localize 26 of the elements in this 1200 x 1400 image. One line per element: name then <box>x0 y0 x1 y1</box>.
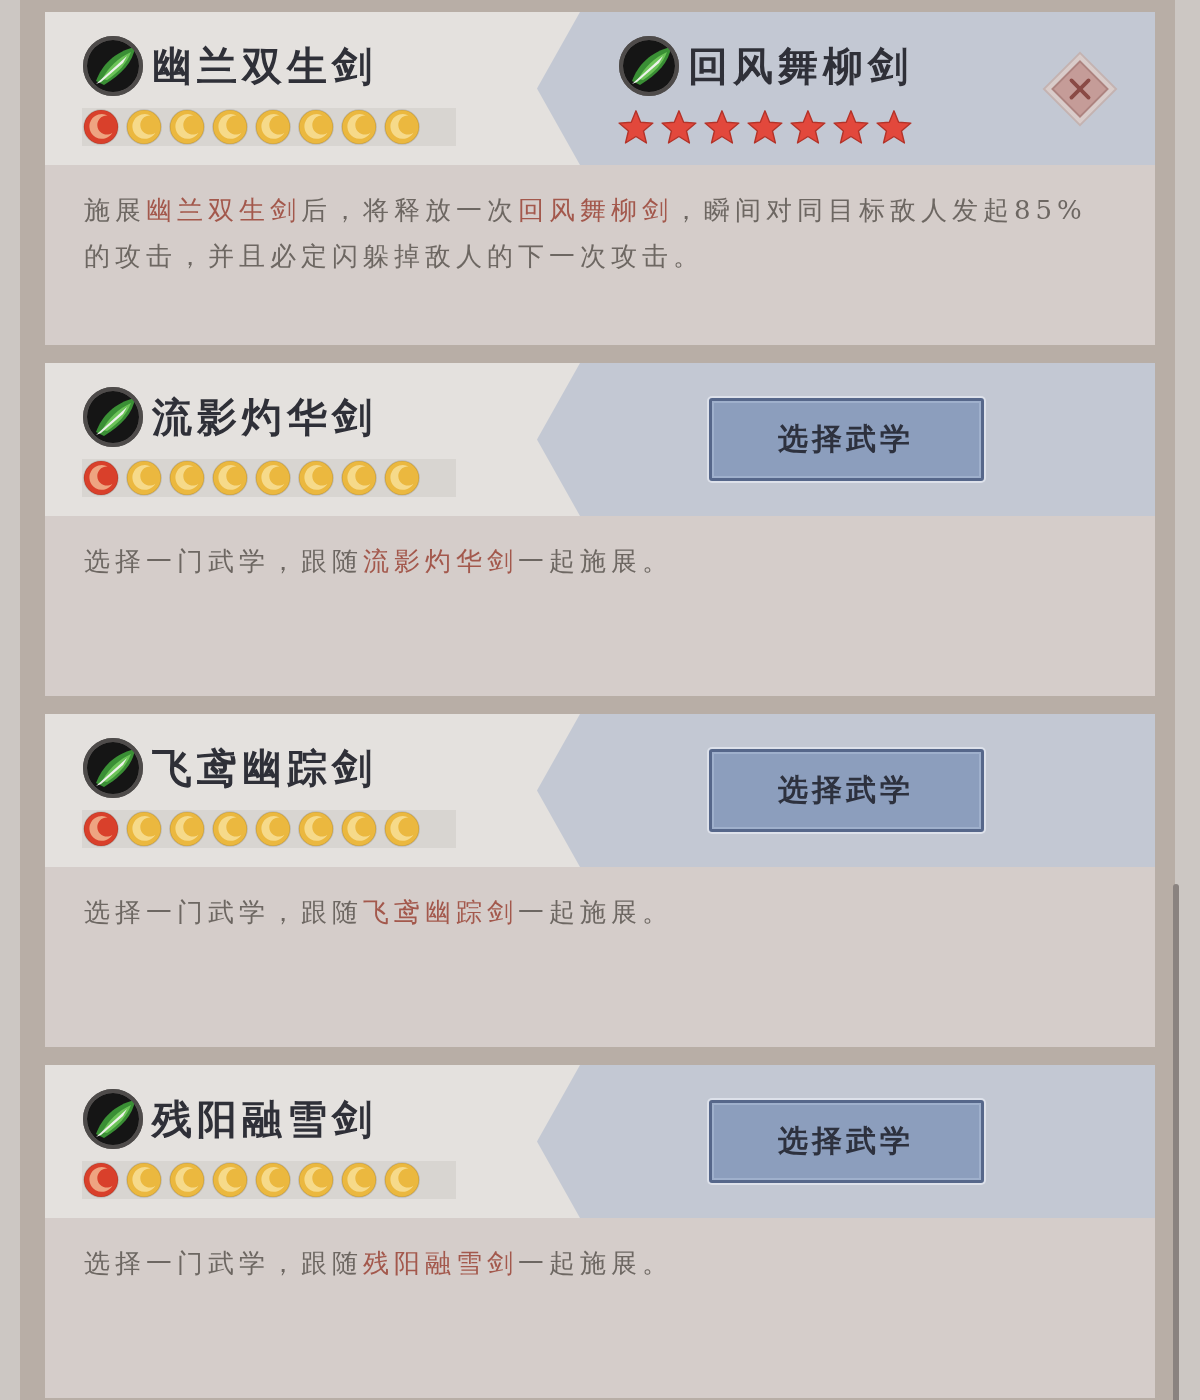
leaf-icon <box>82 737 144 799</box>
leaf-icon <box>82 35 144 97</box>
star-icon <box>833 110 869 144</box>
description-text: 选择一门武学，跟随 流影灼华剑 一起施展。 <box>84 545 674 578</box>
close-icon[interactable] <box>1042 50 1118 127</box>
select-skill-button[interactable]: 选择武学 <box>708 398 984 481</box>
leaf-icon <box>82 386 144 448</box>
skill-name: 残阳融雪剑 <box>152 1094 377 1144</box>
star-icon <box>876 110 912 144</box>
leaf-icon <box>82 1088 144 1150</box>
description-text: 施展 幽兰双生剑 后，将释放一次 回风舞柳剑，瞬间对同目标敌人发起85%的攻击，并且必定闪躲掉敌人的下一次攻击。 <box>84 194 1088 273</box>
scrollbar-thumb[interactable] <box>1173 884 1179 1400</box>
description-text: 选择一门武学，跟随 飞鸢幽踪剑 一起施展。 <box>84 896 674 929</box>
leaf-icon <box>618 35 680 97</box>
star-icon <box>790 110 826 144</box>
select-skill-button[interactable]: 选择武学 <box>708 1100 984 1183</box>
select-skill-button[interactable]: 选择武学 <box>708 749 984 832</box>
star-icon <box>661 110 697 144</box>
paired-skill-name: 回风舞柳剑 <box>688 41 913 91</box>
star-icon <box>618 110 654 144</box>
skill-name: 飞鸢幽踪剑 <box>152 743 377 793</box>
skill-name: 幽兰双生剑 <box>152 41 377 91</box>
star-icon <box>747 110 783 144</box>
description-text: 选择一门武学，跟随 残阳融雪剑 一起施展。 <box>84 1247 674 1280</box>
star-icon <box>704 110 740 144</box>
skill-name: 流影灼华剑 <box>152 392 377 442</box>
